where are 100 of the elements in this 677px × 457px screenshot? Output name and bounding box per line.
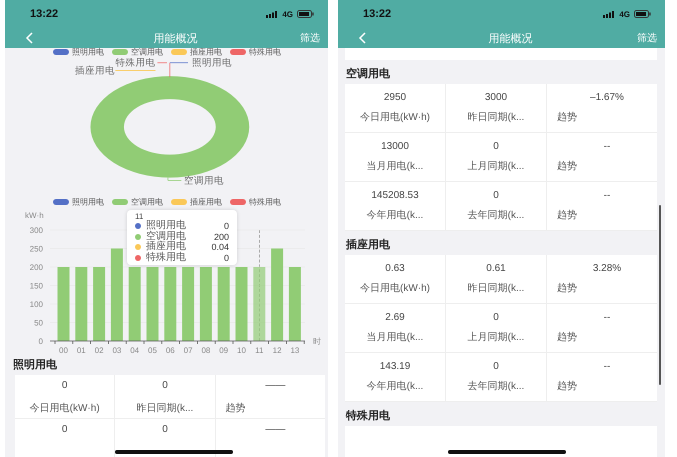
network-label: 4G [619, 10, 630, 18]
stat-value: -- [604, 140, 610, 152]
page-title: 用能概况 [152, 32, 198, 46]
stat-value: 145208.53 [371, 190, 419, 201]
section-title: 特殊用电 [344, 408, 391, 424]
x-tick-label: 10 [237, 346, 246, 355]
legend-label[interactable]: 空调用电 [130, 196, 162, 208]
section-title: 空调用电 [345, 66, 391, 82]
y-tick-label: 0 [38, 337, 43, 346]
x-tick-label: 12 [272, 346, 282, 355]
stat-value: 0 [493, 360, 499, 372]
stat-value: -- [604, 360, 610, 372]
legend-label[interactable]: 插座用电 [190, 46, 222, 58]
bar[interactable] [110, 248, 123, 341]
stat-value: –1.67% [590, 92, 624, 103]
x-tick-label: 03 [112, 346, 122, 355]
stat-label: 去年同期(k... [468, 380, 524, 394]
x-tick-label: 05 [148, 346, 157, 355]
x-tick-label: 04 [130, 346, 140, 355]
tooltip-value: 200 [214, 232, 229, 242]
x-tick-label: 07 [184, 346, 193, 355]
stat-label: 趋势 [557, 110, 577, 124]
network-label: 4G [282, 10, 293, 18]
bar[interactable] [164, 267, 176, 341]
legend-label[interactable]: 空调用电 [130, 46, 162, 58]
legend-label[interactable]: 照明用电 [72, 46, 104, 58]
battery-icon [297, 10, 314, 18]
battery-icon [634, 10, 651, 18]
tooltip-value: 0 [224, 221, 229, 232]
stat-label: 今日用电(kW·h) [360, 110, 430, 124]
stat-label: 今日用电(kW·h) [360, 282, 430, 296]
stat-label: 昨日同期(k... [468, 282, 524, 296]
stat-value: —— [265, 380, 286, 391]
stat-label: 昨日同期(k... [468, 110, 524, 124]
stat-value: 3000 [484, 92, 508, 103]
stat-label: 去年同期(k... [468, 208, 524, 222]
x-tick-label: 09 [219, 346, 228, 355]
tooltip-value: 0 [224, 252, 229, 263]
tooltip-series-name: 空调用电 [146, 232, 187, 242]
bar[interactable] [271, 248, 284, 341]
stat-label: 趋势 [557, 208, 577, 222]
bar[interactable] [182, 267, 194, 341]
legend-label[interactable]: 特殊用电 [248, 46, 280, 58]
stat-value: —— [265, 424, 286, 435]
stat-value: 0 [62, 424, 68, 435]
x-tick-label: 08 [201, 346, 210, 355]
signal-icon [266, 10, 278, 18]
bar[interactable] [288, 267, 301, 341]
stat-label: 昨日同期(k... [136, 402, 194, 415]
bar[interactable] [58, 267, 70, 341]
legend-label[interactable]: 特殊用电 [248, 196, 280, 208]
stat-value: 0 [493, 312, 499, 323]
tooltip-series-name: 照明用电 [146, 221, 187, 232]
back-icon[interactable] [25, 32, 33, 44]
legend-label[interactable]: 插座用电 [190, 196, 222, 208]
scrollbar[interactable] [659, 205, 661, 385]
x-tick-label: 01 [76, 346, 86, 355]
bar[interactable] [218, 267, 230, 341]
x-tick-label: 00 [59, 346, 68, 355]
bar[interactable] [128, 267, 141, 341]
bar[interactable] [75, 267, 88, 341]
bar[interactable] [253, 267, 266, 341]
donut-label: 插座用电 [75, 65, 116, 76]
legend-label[interactable]: 照明用电 [72, 196, 104, 208]
x-tick-label: 06 [166, 346, 175, 355]
back-icon[interactable] [358, 32, 366, 44]
bar[interactable] [93, 267, 106, 341]
tooltip-title: 11 [135, 212, 144, 221]
stat-value: 0.63 [385, 262, 405, 274]
stat-value: 0.61 [486, 262, 506, 274]
stat-label: 趋势 [226, 402, 246, 415]
stat-value: 0 [162, 380, 168, 391]
stat-label: 趋势 [557, 160, 577, 174]
stat-label: 趋势 [557, 330, 577, 344]
bar[interactable] [236, 267, 248, 341]
y-tick-label: 150 [30, 282, 43, 290]
bar[interactable] [146, 267, 158, 341]
x-axis-unit: 时 [313, 337, 321, 346]
section-title: 照明用电 [12, 358, 58, 373]
stat-label: 当月用电(k... [366, 330, 424, 344]
stat-label: 上月同期(k... [468, 160, 524, 174]
x-tick-label: 13 [290, 346, 300, 355]
stat-label: 今年用电(k... [366, 380, 424, 394]
page-title: 用能概况 [488, 32, 534, 46]
stat-value: -- [604, 312, 610, 323]
tooltip-series-name: 插座用电 [146, 242, 187, 252]
y-tick-label: 300 [30, 226, 43, 235]
stat-value: 143.19 [380, 360, 410, 372]
stat-value: 2950 [384, 92, 406, 103]
stat-label: 趋势 [557, 380, 577, 394]
section-title: 插座用电 [344, 238, 391, 253]
y-axis-unit: kW·h [25, 211, 44, 220]
bar[interactable] [200, 267, 212, 341]
stat-value: 0 [493, 140, 499, 152]
x-tick-label: 02 [94, 346, 104, 355]
status-time: 13:22 [363, 8, 392, 20]
leader-line [168, 177, 182, 181]
tooltip-value: 0.04 [211, 242, 229, 252]
y-tick-label: 100 [30, 300, 43, 309]
stat-value: 13000 [381, 140, 409, 152]
